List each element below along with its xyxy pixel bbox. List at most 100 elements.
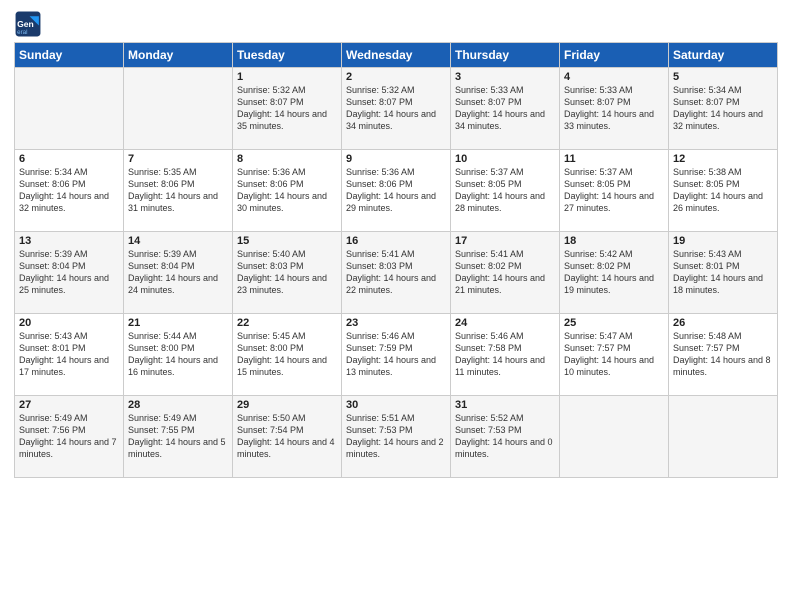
calendar-cell: 10Sunrise: 5:37 AM Sunset: 8:05 PM Dayli… (451, 150, 560, 232)
calendar-cell: 31Sunrise: 5:52 AM Sunset: 7:53 PM Dayli… (451, 396, 560, 478)
day-number: 25 (564, 317, 664, 329)
day-number: 18 (564, 235, 664, 247)
cell-content: Sunrise: 5:34 AM Sunset: 8:07 PM Dayligh… (673, 84, 773, 133)
col-header-friday: Friday (560, 43, 669, 68)
day-number: 7 (128, 153, 228, 165)
calendar-cell: 22Sunrise: 5:45 AM Sunset: 8:00 PM Dayli… (233, 314, 342, 396)
day-number: 16 (346, 235, 446, 247)
day-number: 22 (237, 317, 337, 329)
calendar-cell: 2Sunrise: 5:32 AM Sunset: 8:07 PM Daylig… (342, 68, 451, 150)
week-row-5: 27Sunrise: 5:49 AM Sunset: 7:56 PM Dayli… (15, 396, 778, 478)
page-container: Gen eral SundayMondayTuesdayWednesdayThu… (0, 0, 792, 486)
calendar-cell: 14Sunrise: 5:39 AM Sunset: 8:04 PM Dayli… (124, 232, 233, 314)
svg-text:eral: eral (17, 29, 27, 36)
day-number: 20 (19, 317, 119, 329)
calendar-cell: 20Sunrise: 5:43 AM Sunset: 8:01 PM Dayli… (15, 314, 124, 396)
calendar-cell: 16Sunrise: 5:41 AM Sunset: 8:03 PM Dayli… (342, 232, 451, 314)
cell-content: Sunrise: 5:51 AM Sunset: 7:53 PM Dayligh… (346, 412, 446, 461)
cell-content: Sunrise: 5:41 AM Sunset: 8:02 PM Dayligh… (455, 248, 555, 297)
day-number: 31 (455, 399, 555, 411)
cell-content: Sunrise: 5:40 AM Sunset: 8:03 PM Dayligh… (237, 248, 337, 297)
day-number: 4 (564, 71, 664, 83)
calendar-cell: 3Sunrise: 5:33 AM Sunset: 8:07 PM Daylig… (451, 68, 560, 150)
day-number: 8 (237, 153, 337, 165)
calendar-cell: 5Sunrise: 5:34 AM Sunset: 8:07 PM Daylig… (669, 68, 778, 150)
calendar-cell: 24Sunrise: 5:46 AM Sunset: 7:58 PM Dayli… (451, 314, 560, 396)
cell-content: Sunrise: 5:46 AM Sunset: 7:59 PM Dayligh… (346, 330, 446, 379)
cell-content: Sunrise: 5:45 AM Sunset: 8:00 PM Dayligh… (237, 330, 337, 379)
logo: Gen eral (14, 10, 46, 38)
logo-icon: Gen eral (14, 10, 42, 38)
cell-content: Sunrise: 5:32 AM Sunset: 8:07 PM Dayligh… (237, 84, 337, 133)
day-number: 14 (128, 235, 228, 247)
cell-content: Sunrise: 5:44 AM Sunset: 8:00 PM Dayligh… (128, 330, 228, 379)
cell-content: Sunrise: 5:47 AM Sunset: 7:57 PM Dayligh… (564, 330, 664, 379)
calendar-cell: 23Sunrise: 5:46 AM Sunset: 7:59 PM Dayli… (342, 314, 451, 396)
col-header-sunday: Sunday (15, 43, 124, 68)
day-number: 5 (673, 71, 773, 83)
cell-content: Sunrise: 5:33 AM Sunset: 8:07 PM Dayligh… (564, 84, 664, 133)
cell-content: Sunrise: 5:50 AM Sunset: 7:54 PM Dayligh… (237, 412, 337, 461)
week-row-4: 20Sunrise: 5:43 AM Sunset: 8:01 PM Dayli… (15, 314, 778, 396)
day-number: 23 (346, 317, 446, 329)
day-number: 15 (237, 235, 337, 247)
cell-content: Sunrise: 5:41 AM Sunset: 8:03 PM Dayligh… (346, 248, 446, 297)
day-number: 12 (673, 153, 773, 165)
calendar-cell (15, 68, 124, 150)
day-number: 17 (455, 235, 555, 247)
cell-content: Sunrise: 5:34 AM Sunset: 8:06 PM Dayligh… (19, 166, 119, 215)
cell-content: Sunrise: 5:43 AM Sunset: 8:01 PM Dayligh… (673, 248, 773, 297)
calendar-cell: 11Sunrise: 5:37 AM Sunset: 8:05 PM Dayli… (560, 150, 669, 232)
calendar-cell: 8Sunrise: 5:36 AM Sunset: 8:06 PM Daylig… (233, 150, 342, 232)
calendar-cell (669, 396, 778, 478)
calendar-cell: 4Sunrise: 5:33 AM Sunset: 8:07 PM Daylig… (560, 68, 669, 150)
cell-content: Sunrise: 5:39 AM Sunset: 8:04 PM Dayligh… (128, 248, 228, 297)
calendar-cell: 15Sunrise: 5:40 AM Sunset: 8:03 PM Dayli… (233, 232, 342, 314)
day-number: 19 (673, 235, 773, 247)
calendar-cell: 17Sunrise: 5:41 AM Sunset: 8:02 PM Dayli… (451, 232, 560, 314)
day-number: 11 (564, 153, 664, 165)
calendar-cell: 7Sunrise: 5:35 AM Sunset: 8:06 PM Daylig… (124, 150, 233, 232)
day-number: 2 (346, 71, 446, 83)
calendar-cell: 27Sunrise: 5:49 AM Sunset: 7:56 PM Dayli… (15, 396, 124, 478)
calendar-cell: 28Sunrise: 5:49 AM Sunset: 7:55 PM Dayli… (124, 396, 233, 478)
day-number: 24 (455, 317, 555, 329)
cell-content: Sunrise: 5:46 AM Sunset: 7:58 PM Dayligh… (455, 330, 555, 379)
day-number: 21 (128, 317, 228, 329)
day-number: 13 (19, 235, 119, 247)
col-header-thursday: Thursday (451, 43, 560, 68)
col-header-monday: Monday (124, 43, 233, 68)
day-number: 1 (237, 71, 337, 83)
cell-content: Sunrise: 5:49 AM Sunset: 7:55 PM Dayligh… (128, 412, 228, 461)
cell-content: Sunrise: 5:49 AM Sunset: 7:56 PM Dayligh… (19, 412, 119, 461)
cell-content: Sunrise: 5:42 AM Sunset: 8:02 PM Dayligh… (564, 248, 664, 297)
cell-content: Sunrise: 5:32 AM Sunset: 8:07 PM Dayligh… (346, 84, 446, 133)
day-number: 3 (455, 71, 555, 83)
svg-text:Gen: Gen (17, 19, 34, 29)
calendar-cell: 6Sunrise: 5:34 AM Sunset: 8:06 PM Daylig… (15, 150, 124, 232)
calendar-cell (560, 396, 669, 478)
calendar-cell: 13Sunrise: 5:39 AM Sunset: 8:04 PM Dayli… (15, 232, 124, 314)
day-number: 29 (237, 399, 337, 411)
day-number: 9 (346, 153, 446, 165)
week-row-2: 6Sunrise: 5:34 AM Sunset: 8:06 PM Daylig… (15, 150, 778, 232)
cell-content: Sunrise: 5:36 AM Sunset: 8:06 PM Dayligh… (237, 166, 337, 215)
cell-content: Sunrise: 5:52 AM Sunset: 7:53 PM Dayligh… (455, 412, 555, 461)
day-number: 28 (128, 399, 228, 411)
header: Gen eral (14, 10, 778, 38)
calendar-cell: 25Sunrise: 5:47 AM Sunset: 7:57 PM Dayli… (560, 314, 669, 396)
cell-content: Sunrise: 5:43 AM Sunset: 8:01 PM Dayligh… (19, 330, 119, 379)
calendar-cell: 12Sunrise: 5:38 AM Sunset: 8:05 PM Dayli… (669, 150, 778, 232)
calendar-cell: 1Sunrise: 5:32 AM Sunset: 8:07 PM Daylig… (233, 68, 342, 150)
cell-content: Sunrise: 5:48 AM Sunset: 7:57 PM Dayligh… (673, 330, 773, 379)
cell-content: Sunrise: 5:35 AM Sunset: 8:06 PM Dayligh… (128, 166, 228, 215)
calendar-cell: 30Sunrise: 5:51 AM Sunset: 7:53 PM Dayli… (342, 396, 451, 478)
calendar-cell: 9Sunrise: 5:36 AM Sunset: 8:06 PM Daylig… (342, 150, 451, 232)
col-header-tuesday: Tuesday (233, 43, 342, 68)
day-number: 26 (673, 317, 773, 329)
cell-content: Sunrise: 5:37 AM Sunset: 8:05 PM Dayligh… (564, 166, 664, 215)
calendar-cell: 19Sunrise: 5:43 AM Sunset: 8:01 PM Dayli… (669, 232, 778, 314)
col-header-saturday: Saturday (669, 43, 778, 68)
cell-content: Sunrise: 5:39 AM Sunset: 8:04 PM Dayligh… (19, 248, 119, 297)
col-header-wednesday: Wednesday (342, 43, 451, 68)
